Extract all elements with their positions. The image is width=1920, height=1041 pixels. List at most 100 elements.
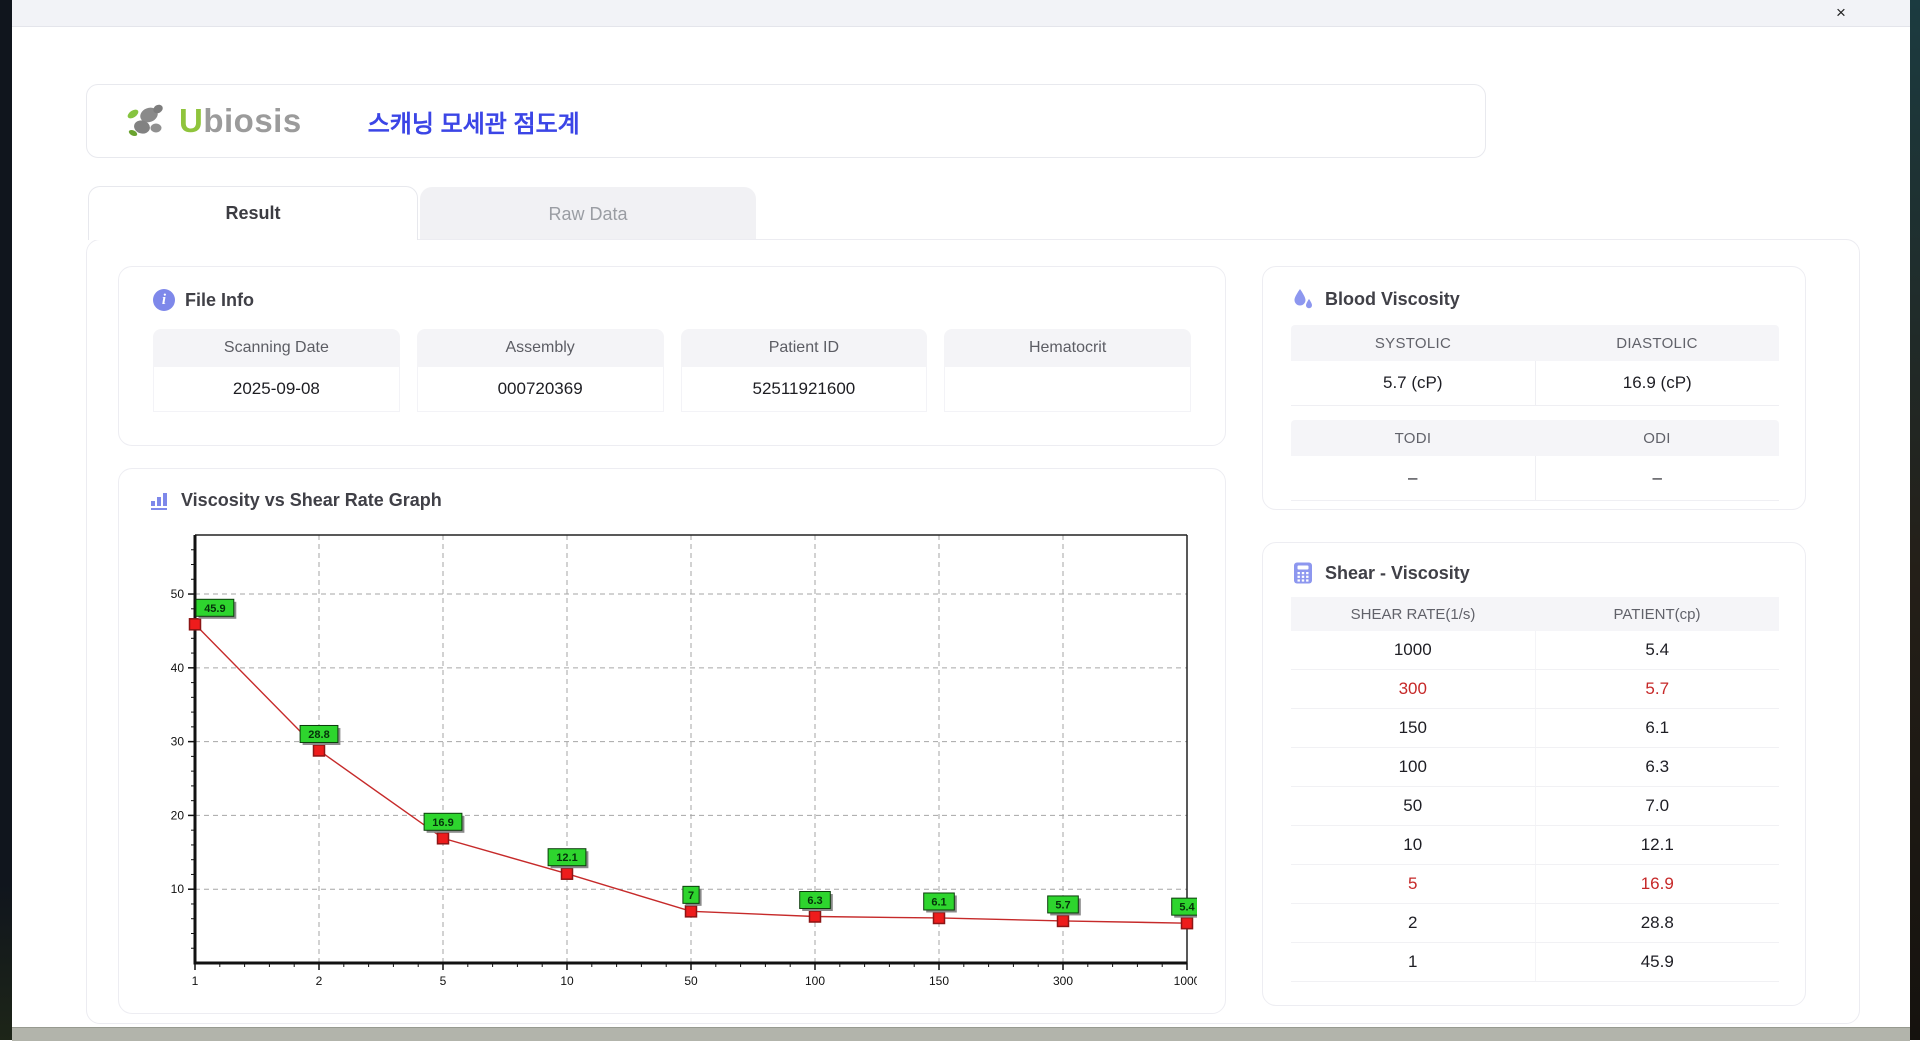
shear-rate-cell: 150 <box>1291 709 1536 747</box>
shear-rate-cell: 1 <box>1291 943 1536 981</box>
shear-rate-cell: 300 <box>1291 670 1536 708</box>
shear-rate-cell: 1000 <box>1291 631 1536 669</box>
field-scanning-date: Scanning Date 2025-09-08 <box>153 329 400 412</box>
patient-cell: 7.0 <box>1645 796 1670 815</box>
svg-text:100: 100 <box>805 974 825 988</box>
svg-text:2: 2 <box>316 974 323 988</box>
table-row: 50 7.0 <box>1291 787 1779 826</box>
brand-name: Ubiosis <box>179 102 302 140</box>
svg-text:300: 300 <box>1053 974 1073 988</box>
diastolic-value: 16.9 (cP) <box>1622 373 1692 392</box>
field-value: 2025-09-08 <box>153 367 400 412</box>
patient-cell: 6.1 <box>1645 718 1670 737</box>
column-header: TODI <box>1394 429 1432 447</box>
systolic-value: 5.7 (cP) <box>1291 361 1536 405</box>
svg-text:12.1: 12.1 <box>556 852 577 864</box>
file-info-card: i File Info Scanning Date 2025-09-08 Ass… <box>118 266 1226 446</box>
table-row: 1 45.9 <box>1291 943 1779 982</box>
field-patient-id: Patient ID 52511921600 <box>680 329 928 412</box>
patient-cell: 6.3 <box>1645 757 1670 776</box>
field-value: 000720369 <box>416 367 664 412</box>
tab-result[interactable]: Result <box>88 186 418 240</box>
svg-text:28.8: 28.8 <box>308 729 329 741</box>
page-title: 스캐닝 모세관 점도계 <box>367 110 580 138</box>
droplets-icon <box>1294 289 1312 309</box>
svg-text:1000: 1000 <box>1174 974 1197 988</box>
patient-cell: 45.9 <box>1640 952 1674 971</box>
desktop-edge-right <box>1910 0 1920 1040</box>
field-label: Patient ID <box>680 329 928 367</box>
ubiosis-logo-icon <box>127 104 163 137</box>
column-header: DIASTOLIC <box>1616 334 1698 352</box>
shear-rate-cell: 10 <box>1291 826 1536 864</box>
svg-text:6.3: 6.3 <box>807 895 822 907</box>
field-label: Scanning Date <box>153 329 400 367</box>
field-value <box>944 367 1191 412</box>
svg-text:150: 150 <box>929 974 949 988</box>
brand-rest: biosis <box>203 102 302 139</box>
shear-viscosity-table: SHEAR RATE(1/s) PATIENT(cp) 1000 5.4 300… <box>1291 597 1779 982</box>
blood-viscosity-card: Blood Viscosity SYSTOLIC DIASTOLIC 5.7 (… <box>1262 266 1806 510</box>
file-info-fields: Scanning Date 2025-09-08 Assembly 000720… <box>153 329 1191 412</box>
svg-text:6.1: 6.1 <box>931 896 946 908</box>
patient-cell: 5.4 <box>1645 640 1670 659</box>
window-titlebar: × <box>12 0 1910 27</box>
info-icon: i <box>153 289 175 311</box>
svg-text:20: 20 <box>171 808 185 822</box>
svg-text:50: 50 <box>171 587 185 601</box>
table-row: 300 5.7 <box>1291 670 1779 709</box>
shear-rate-cell: 100 <box>1291 748 1536 786</box>
patient-cell: 28.8 <box>1640 913 1674 932</box>
svg-text:50: 50 <box>684 974 698 988</box>
graph-title: Viscosity vs Shear Rate Graph <box>181 489 442 510</box>
svg-text:16.9: 16.9 <box>432 817 453 829</box>
viscosity-chart: 10 20 30 40 50 1 2 5 10 50 100 150 300 1000 45.9 28.8 16… <box>149 527 1205 997</box>
patient-cell: 5.7 <box>1645 679 1670 698</box>
odi-value: – <box>1652 468 1662 487</box>
field-label: Hematocrit <box>944 329 1191 367</box>
svg-text:5: 5 <box>440 974 447 988</box>
svg-text:10: 10 <box>560 974 574 988</box>
shear-rate-cell: 50 <box>1291 787 1536 825</box>
svg-text:5.7: 5.7 <box>1055 899 1070 911</box>
svg-text:45.9: 45.9 <box>204 603 225 615</box>
svg-text:5.4: 5.4 <box>1179 902 1195 914</box>
column-header-shear-rate: SHEAR RATE(1/s) <box>1350 605 1476 623</box>
field-value: 52511921600 <box>680 367 928 412</box>
table-row: 100 6.3 <box>1291 748 1779 787</box>
svg-text:40: 40 <box>171 661 185 675</box>
field-label: Assembly <box>416 329 664 367</box>
tab-raw-data[interactable]: Raw Data <box>420 187 756 241</box>
column-header: ODI <box>1643 429 1671 447</box>
bar-chart-icon <box>151 493 167 510</box>
graph-card: Viscosity vs Shear Rate Graph 10 20 30 40 50… <box>118 468 1226 1014</box>
table-row: 10 12.1 <box>1291 826 1779 865</box>
app-header: Ubiosis 스캐닝 모세관 점도계 <box>86 84 1486 158</box>
close-button[interactable]: × <box>1830 2 1852 24</box>
calculator-icon <box>1294 562 1312 584</box>
shear-rate-cell: 5 <box>1291 865 1536 903</box>
svg-text:10: 10 <box>171 882 185 896</box>
systolic-diastolic-table: SYSTOLIC DIASTOLIC 5.7 (cP) 16.9 (cP) <box>1291 325 1779 406</box>
shear-rate-cell: 2 <box>1291 904 1536 942</box>
column-header-patient: PATIENT(cp) <box>1613 605 1701 623</box>
table-row: 1000 5.4 <box>1291 631 1779 670</box>
blood-viscosity-title: Blood Viscosity <box>1325 288 1460 309</box>
field-hematocrit: Hematocrit <box>944 329 1191 412</box>
table-row: 2 28.8 <box>1291 904 1779 943</box>
shear-viscosity-card: Shear - Viscosity SHEAR RATE(1/s) PATIEN… <box>1262 542 1806 1006</box>
table-row: 150 6.1 <box>1291 709 1779 748</box>
todi-odi-table: TODI ODI – – <box>1291 420 1779 501</box>
table-row: 5 16.9 <box>1291 865 1779 904</box>
window-bottom-bar <box>12 1027 1910 1041</box>
svg-text:30: 30 <box>171 735 185 749</box>
patient-cell: 12.1 <box>1640 835 1674 854</box>
field-assembly: Assembly 000720369 <box>416 329 664 412</box>
brand-letter-u: U <box>179 102 204 139</box>
file-info-title: File Info <box>185 289 254 310</box>
desktop-edge-left <box>0 0 12 1040</box>
svg-text:7: 7 <box>688 890 694 902</box>
svg-text:1: 1 <box>192 974 199 988</box>
patient-cell: 16.9 <box>1640 874 1674 893</box>
shear-viscosity-title: Shear - Viscosity <box>1325 562 1470 583</box>
